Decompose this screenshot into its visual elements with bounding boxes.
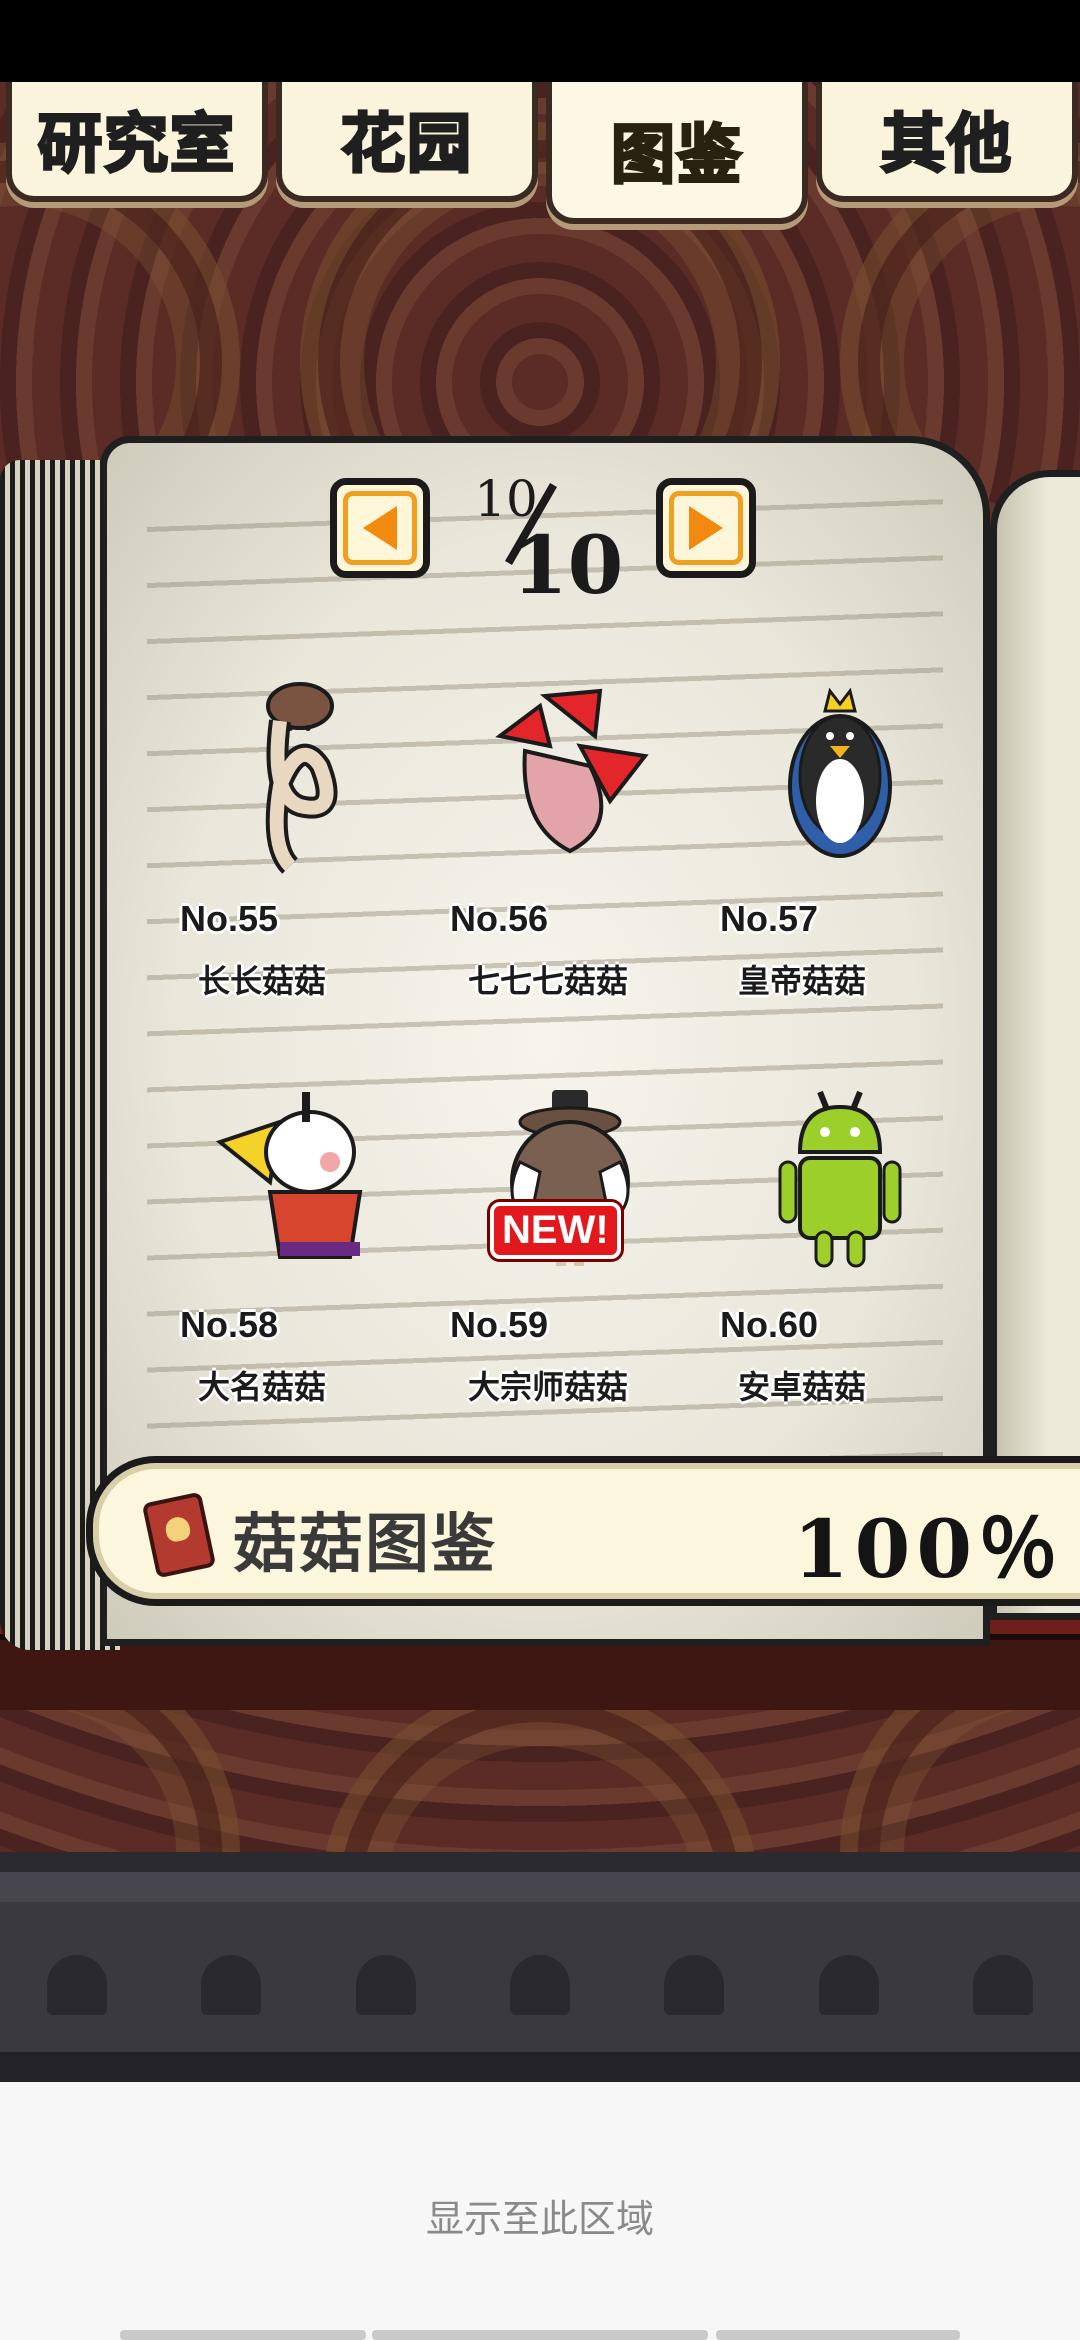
page-total: 10: [512, 518, 624, 612]
indicator-bar: [120, 2330, 366, 2340]
completion-title: 菇菇图鉴: [233, 1508, 497, 1582]
bottom-indicators: [0, 2330, 1080, 2340]
ornament-row: [0, 1950, 1080, 2020]
entry-number: No.58: [180, 1304, 279, 1345]
ornament-icon: [664, 1955, 725, 2015]
emperor-penguin-icon: [788, 687, 892, 858]
tab-encyclopedia[interactable]: 图鉴: [546, 82, 808, 224]
entry-name: 长长菇菇: [198, 962, 327, 1000]
arrow-right-icon: [689, 506, 723, 550]
red-mushroom-icon: [495, 688, 649, 854]
entry-number: No.57: [720, 898, 819, 939]
prev-page-button[interactable]: [330, 478, 430, 578]
tab-garden[interactable]: 花园: [276, 82, 538, 202]
next-page-button[interactable]: [656, 478, 756, 578]
entry-card[interactable]: No.55 长长菇菇: [180, 676, 420, 1036]
tab-label: 研究室: [37, 107, 236, 184]
ad-area-label: 显示至此区域: [425, 2197, 654, 2241]
ornament-icon: [509, 1955, 570, 2015]
entry-card[interactable]: No.60 安卓菇菇: [720, 1082, 960, 1442]
arrow-left-icon: [363, 506, 397, 550]
entry-card[interactable]: No.56 七七七菇菇: [450, 676, 690, 1036]
entry-card[interactable]: No.58 大名菇菇: [180, 1082, 420, 1442]
completion-bar: 菇菇图鉴 100％: [86, 1456, 1080, 1606]
tab-label: 其他: [880, 107, 1013, 184]
ornament-icon: [972, 1955, 1033, 2015]
status-bar: [0, 0, 1080, 82]
tab-other[interactable]: 其他: [816, 82, 1078, 202]
entry-card[interactable]: No.57 皇帝菇菇: [720, 676, 960, 1036]
ornament-icon: [818, 1955, 879, 2015]
android-mushroom-icon: [778, 1090, 902, 1268]
long-mushroom-icon: [265, 682, 338, 874]
top-tabs: 研究室 花园 图鉴 其他: [0, 82, 1080, 232]
ornament-icon: [201, 1955, 262, 2015]
next-button-frame: [669, 491, 743, 565]
entry-name: 皇帝菇菇: [738, 962, 867, 1000]
ornament-icon: [355, 1955, 416, 2015]
prev-button-frame: [343, 491, 417, 565]
tab-lab[interactable]: 研究室: [6, 82, 268, 202]
book-right-page: [990, 470, 1080, 1620]
entry-name: 大名菇菇: [198, 1368, 327, 1406]
entry-number: No.60: [720, 1304, 819, 1345]
entry-card[interactable]: NEW! No.59 大宗师菇菇: [450, 1082, 690, 1442]
book-icon: [141, 1491, 217, 1579]
entry-name: 七七七菇菇: [468, 962, 629, 1000]
new-badge: NEW!: [490, 1202, 621, 1259]
tab-label: 图鉴: [610, 118, 743, 195]
entry-name: 安卓菇菇: [738, 1368, 867, 1406]
entry-name: 大宗师菇菇: [468, 1368, 629, 1406]
ornament-icon: [47, 1955, 108, 2015]
indicator-bar: [716, 2330, 960, 2340]
tab-label: 花园: [340, 107, 473, 184]
entry-number: No.55: [180, 898, 279, 939]
daimyo-mushroom-icon: [215, 1092, 363, 1259]
entry-number: No.59: [450, 1304, 549, 1345]
indicator-bar: [372, 2330, 708, 2340]
entry-number: No.56: [450, 898, 549, 939]
completion-value: 100％: [793, 1502, 1064, 1596]
